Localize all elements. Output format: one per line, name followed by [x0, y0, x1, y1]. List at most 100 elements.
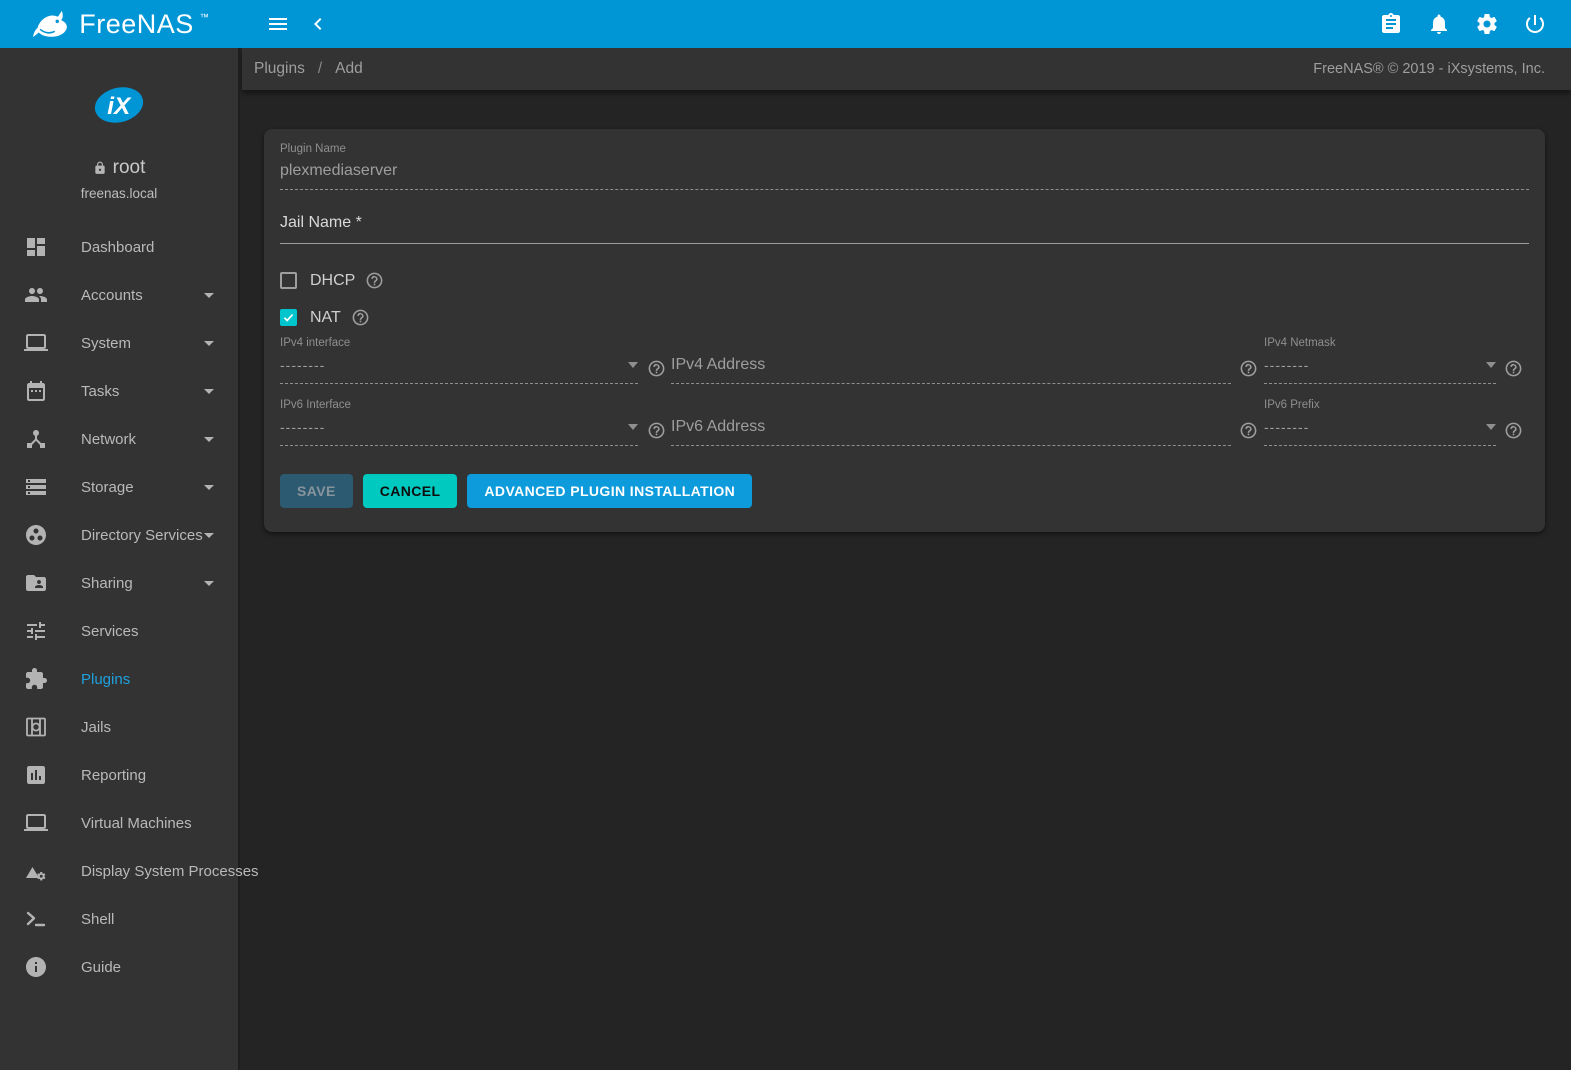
ipv4-interface-help-icon[interactable] [647, 359, 666, 378]
sidebar-item-network[interactable]: Network [0, 415, 238, 463]
top-header: FreeNAS ™ [0, 0, 1571, 48]
save-button[interactable]: SAVE [280, 474, 353, 508]
directory-services-icon [24, 523, 48, 547]
sidebar-item-label: Storage [81, 479, 204, 496]
add-plugin-form-card: Plugin Name plexmediaserver DHCP NAT [264, 129, 1545, 532]
sidebar-item-label: Directory Services [81, 527, 204, 544]
notifications-icon[interactable] [1419, 4, 1459, 44]
chevron-down-icon [204, 293, 214, 298]
processes-icon [24, 859, 48, 883]
nat-checkbox-row[interactable]: NAT [280, 308, 370, 327]
network-icon [24, 427, 48, 451]
ipv4-address-help-icon[interactable] [1239, 359, 1258, 378]
main-area: Plugins / Add FreeNAS® © 2019 - iXsystem… [242, 48, 1571, 532]
sidebar-item-accounts[interactable]: Accounts [0, 271, 238, 319]
sidebar-item-dashboard[interactable]: Dashboard [0, 223, 238, 271]
sidebar-item-label: Reporting [81, 767, 214, 784]
plugin-name-value: plexmediaserver [280, 162, 1529, 180]
ipv4-row: IPv4 interface -------- IPv4 Netmask [280, 337, 1529, 384]
dropdown-arrow-icon [1486, 424, 1496, 430]
sidebar-item-label: Dashboard [81, 239, 214, 256]
ipv4-address-input[interactable] [671, 356, 1231, 384]
chevron-down-icon [204, 437, 214, 442]
ipv4-interface-label: IPv4 interface [280, 337, 638, 349]
freenas-logo[interactable]: FreeNAS ™ [0, 0, 240, 48]
ipv6-prefix-help-icon[interactable] [1504, 421, 1523, 440]
user-name-row: root [0, 157, 238, 179]
sidebar-item-label: Plugins [81, 671, 214, 688]
sidebar-item-shell[interactable]: Shell [0, 895, 238, 943]
lock-icon [93, 161, 107, 175]
advanced-plugin-installation-button[interactable]: ADVANCED PLUGIN INSTALLATION [467, 474, 752, 508]
ipv4-address-field [671, 356, 1231, 384]
ipv6-interface-help-icon[interactable] [647, 421, 666, 440]
ipv6-interface-select[interactable]: -------- [280, 419, 638, 446]
sidebar-item-label: Services [81, 623, 214, 640]
ix-logo: iX [90, 84, 148, 126]
ipv4-netmask-help-icon[interactable] [1504, 359, 1523, 378]
copyright-text: FreeNAS® © 2019 - iXsystems, Inc. [1313, 61, 1545, 77]
ipv4-interface-field: IPv4 interface -------- [280, 337, 638, 384]
sidebar-item-label: Virtual Machines [81, 815, 214, 832]
sidebar-item-sharing[interactable]: Sharing [0, 559, 238, 607]
shell-icon [24, 907, 48, 931]
people-icon [24, 283, 48, 307]
sidebar-item-plugins[interactable]: Plugins [0, 655, 238, 703]
plugin-name-field: Plugin Name plexmediaserver [280, 143, 1529, 190]
folder-shared-icon [24, 571, 48, 595]
chevron-down-icon [204, 341, 214, 346]
ipv6-interface-value: -------- [280, 419, 628, 435]
ipv6-address-field [671, 418, 1231, 446]
sidebar-item-display-system-processes[interactable]: Display System Processes [0, 847, 238, 895]
sidebar-item-label: System [81, 335, 204, 352]
sidebar-item-label: Jails [81, 719, 214, 736]
dhcp-checkbox[interactable] [280, 272, 297, 289]
sidebar-item-system[interactable]: System [0, 319, 238, 367]
dropdown-arrow-icon [1486, 362, 1496, 368]
dhcp-help-icon[interactable] [365, 271, 384, 290]
menu-icon[interactable] [258, 4, 298, 44]
ipv6-address-help-icon[interactable] [1239, 421, 1258, 440]
power-icon[interactable] [1515, 4, 1555, 44]
dhcp-checkbox-row[interactable]: DHCP [280, 271, 384, 290]
nat-checkbox[interactable] [280, 309, 297, 326]
nat-label: NAT [310, 309, 341, 327]
settings-icon[interactable] [1467, 4, 1507, 44]
sidebar-item-label: Network [81, 431, 204, 448]
sidebar: iX root freenas.local Dashboard Accounts S… [0, 48, 240, 1070]
sidebar-item-guide[interactable]: Guide [0, 943, 238, 991]
ipv6-interface-field: IPv6 Interface -------- [280, 399, 638, 446]
sidebar-item-jails[interactable]: Jails [0, 703, 238, 751]
plugin-name-label: Plugin Name [280, 143, 1529, 155]
sidebar-item-label: Display System Processes [81, 863, 259, 880]
ipv6-prefix-label: IPv6 Prefix [1264, 399, 1496, 411]
tasks-clipboard-icon[interactable] [1371, 4, 1411, 44]
ipv6-prefix-select[interactable]: -------- [1264, 419, 1496, 446]
ipv6-address-input[interactable] [671, 418, 1231, 446]
jail-icon [24, 715, 48, 739]
tune-icon [24, 619, 48, 643]
logo-text: FreeNAS [79, 9, 194, 40]
breadcrumb-add: Add [335, 60, 363, 78]
breadcrumb-plugins[interactable]: Plugins [254, 60, 305, 78]
jail-name-input[interactable] [280, 214, 1529, 243]
user-block: iX root freenas.local [0, 48, 238, 201]
cancel-button[interactable]: CANCEL [363, 474, 458, 508]
storage-icon [24, 475, 48, 499]
ipv4-netmask-select[interactable]: -------- [1264, 357, 1496, 384]
sidebar-item-reporting[interactable]: Reporting [0, 751, 238, 799]
dropdown-arrow-icon [628, 362, 638, 368]
hostname: freenas.local [0, 186, 238, 201]
chevron-left-icon[interactable] [298, 4, 338, 44]
nat-help-icon[interactable] [351, 308, 370, 327]
user-name: root [113, 157, 146, 179]
ipv4-netmask-label: IPv4 Netmask [1264, 337, 1496, 349]
sidebar-item-directory-services[interactable]: Directory Services [0, 511, 238, 559]
ipv4-interface-select[interactable]: -------- [280, 357, 638, 384]
dropdown-arrow-icon [628, 424, 638, 430]
sidebar-item-storage[interactable]: Storage [0, 463, 238, 511]
sidebar-item-virtual-machines[interactable]: Virtual Machines [0, 799, 238, 847]
sidebar-item-services[interactable]: Services [0, 607, 238, 655]
sidebar-item-tasks[interactable]: Tasks [0, 367, 238, 415]
sidebar-item-label: Shell [81, 911, 214, 928]
